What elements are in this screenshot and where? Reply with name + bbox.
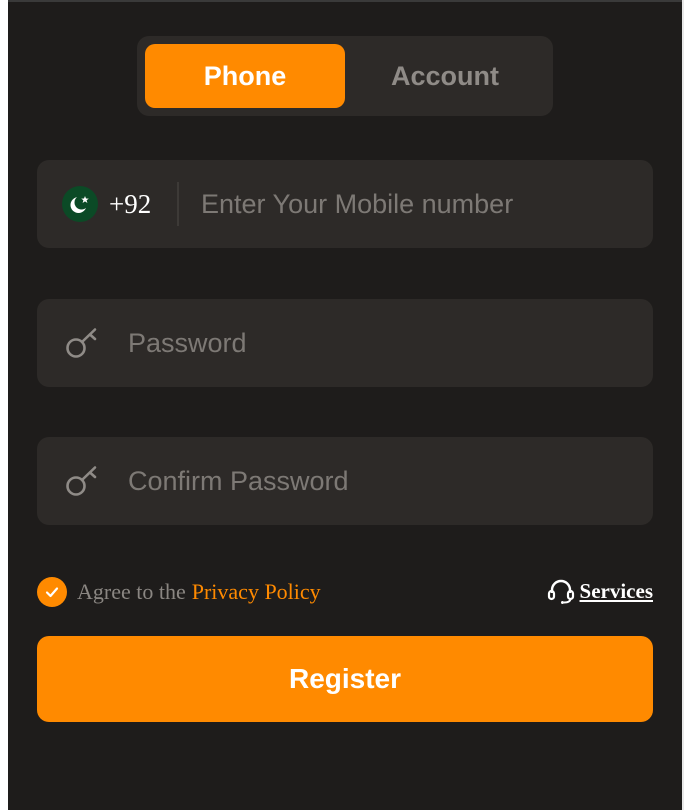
agree-text: Agree to the [77, 579, 186, 604]
phone-field: +92 [37, 160, 653, 248]
confirm-password-input[interactable] [128, 437, 628, 525]
field-divider [177, 182, 179, 226]
key-icon [66, 466, 97, 496]
headset-icon [547, 579, 574, 604]
privacy-policy-link[interactable]: Privacy Policy [192, 579, 321, 605]
register-button[interactable]: Register [37, 636, 653, 722]
password-input[interactable] [128, 299, 628, 387]
checkmark-icon [45, 587, 59, 598]
password-field [37, 299, 653, 387]
agreement-row: Agree to the Privacy Policy [37, 576, 321, 608]
tab-phone[interactable]: Phone [145, 44, 345, 108]
services-label: Services [579, 578, 653, 603]
agree-checkbox[interactable] [37, 577, 67, 607]
tab-account[interactable]: Account [345, 44, 545, 108]
key-icon [66, 328, 97, 358]
pakistan-flag-icon[interactable] [62, 186, 98, 222]
register-panel: Phone Account +92 Enter Your Mobile numb… [8, 0, 682, 810]
mobile-number-input[interactable] [201, 160, 631, 248]
confirm-password-field [37, 437, 653, 525]
country-code[interactable]: +92 [109, 186, 151, 222]
login-mode-tabs: Phone Account [137, 36, 553, 116]
services-link[interactable]: Services [547, 576, 653, 606]
